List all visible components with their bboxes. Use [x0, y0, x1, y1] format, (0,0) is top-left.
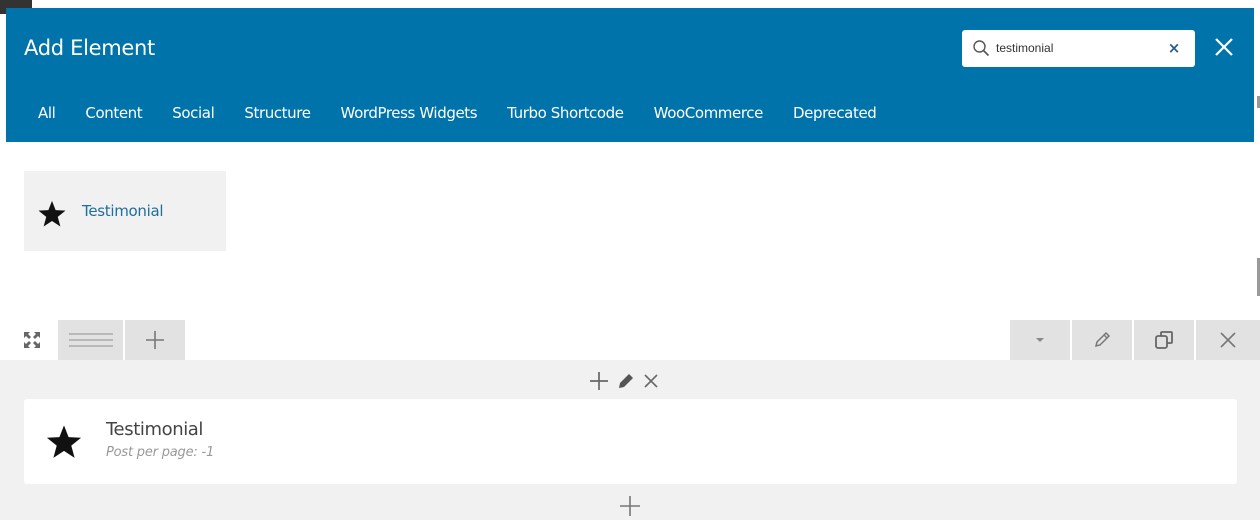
element-subtitle: Post per page: -1 — [106, 445, 215, 460]
edit-row-button[interactable] — [1072, 320, 1132, 360]
pencil-icon — [1094, 331, 1111, 348]
plus-icon[interactable] — [618, 494, 642, 518]
modal-title: Add Element — [24, 36, 155, 60]
row-toolbar — [0, 320, 1260, 360]
clone-icon — [1155, 331, 1173, 349]
expand-button[interactable] — [8, 320, 56, 360]
pencil-icon[interactable] — [616, 371, 636, 391]
expand-icon — [24, 332, 40, 348]
caret-down-icon — [1036, 338, 1044, 342]
search-input[interactable] — [996, 36, 1156, 60]
add-element-header: Add Element × All Content Social Structu… — [6, 8, 1254, 142]
tab-all[interactable]: All — [38, 104, 56, 128]
element-card-testimonial[interactable]: Testimonial Post per page: -1 — [24, 399, 1237, 484]
search-icon — [973, 40, 990, 57]
plus-icon — [146, 331, 164, 349]
clone-row-button[interactable] — [1134, 320, 1194, 360]
close-icon[interactable] — [1210, 33, 1238, 61]
clear-search-icon[interactable]: × — [1167, 41, 1181, 56]
category-tabs: All Content Social Structure WordPress W… — [38, 104, 906, 128]
result-item-testimonial[interactable]: Testimonial — [24, 171, 226, 251]
close-icon[interactable] — [642, 372, 660, 390]
plus-icon[interactable] — [588, 370, 610, 392]
tab-content[interactable]: Content — [85, 104, 142, 128]
top-strip — [0, 0, 1260, 14]
row-options-dropdown[interactable] — [1010, 320, 1070, 360]
tab-wordpress-widgets[interactable]: WordPress Widgets — [341, 104, 478, 128]
column-actions — [588, 366, 678, 396]
close-icon — [1220, 332, 1236, 348]
tab-deprecated[interactable]: Deprecated — [793, 104, 877, 128]
result-item-label: Testimonial — [82, 202, 164, 220]
tab-social[interactable]: Social — [172, 104, 214, 128]
drag-handle-icon — [68, 333, 113, 347]
tab-turbo-shortcode[interactable]: Turbo Shortcode — [507, 104, 624, 128]
star-icon — [38, 200, 66, 227]
add-column-button[interactable] — [125, 320, 185, 360]
delete-row-button[interactable] — [1196, 320, 1260, 360]
search-box[interactable]: × — [962, 30, 1195, 67]
drag-handle[interactable] — [58, 320, 123, 360]
star-icon — [46, 425, 82, 458]
row-content: Testimonial Post per page: -1 — [0, 360, 1260, 520]
tab-woocommerce[interactable]: WooCommerce — [654, 104, 764, 128]
element-title: Testimonial — [106, 419, 204, 440]
tab-structure[interactable]: Structure — [244, 104, 311, 128]
